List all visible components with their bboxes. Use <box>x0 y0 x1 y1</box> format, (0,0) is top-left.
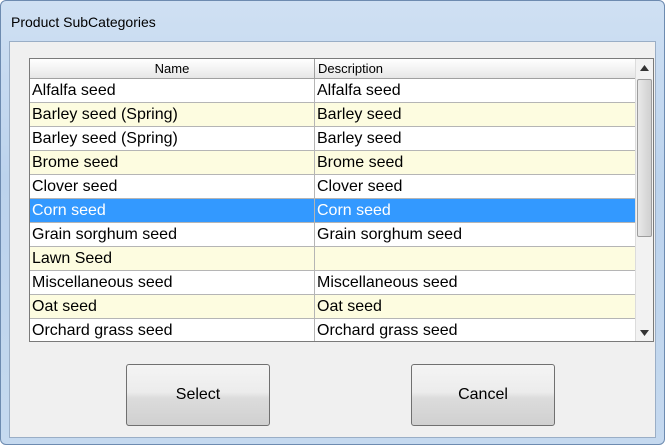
description-cell[interactable]: Barley seed <box>315 103 635 126</box>
description-cell[interactable]: Oat seed <box>315 295 635 318</box>
name-cell[interactable]: Clover seed <box>30 175 315 198</box>
name-cell[interactable]: Brome seed <box>30 151 315 174</box>
table-row[interactable]: Orchard grass seed Orchard grass seed <box>30 319 635 341</box>
table-row[interactable]: Clover seed Clover seed <box>30 175 635 199</box>
select-button[interactable]: Select <box>126 364 270 426</box>
table-row[interactable]: Miscellaneous seed Miscellaneous seed <box>30 271 635 295</box>
table-row-selected[interactable]: Corn seed Corn seed <box>30 199 635 223</box>
table-row[interactable]: Grain sorghum seed Grain sorghum seed <box>30 223 635 247</box>
name-cell[interactable]: Grain sorghum seed <box>30 223 315 246</box>
column-header-description[interactable]: Description <box>315 59 635 78</box>
cancel-button[interactable]: Cancel <box>411 364 555 426</box>
table-row[interactable]: Barley seed (Spring) Barley seed <box>30 103 635 127</box>
dialog-window: Product SubCategories Name Description A… <box>0 0 665 445</box>
dialog-client-area: Name Description Alfalfa seed Alfalfa se… <box>9 41 656 438</box>
description-cell[interactable]: Miscellaneous seed <box>315 271 635 294</box>
subcategory-grid[interactable]: Name Description Alfalfa seed Alfalfa se… <box>29 58 654 342</box>
name-cell[interactable]: Miscellaneous seed <box>30 271 315 294</box>
grid-body: Name Description Alfalfa seed Alfalfa se… <box>30 59 635 341</box>
name-cell[interactable]: Barley seed (Spring) <box>30 127 315 150</box>
name-cell[interactable]: Oat seed <box>30 295 315 318</box>
grid-header: Name Description <box>30 59 635 79</box>
table-row[interactable]: Lawn Seed <box>30 247 635 271</box>
name-cell[interactable]: Corn seed <box>30 199 315 222</box>
table-row[interactable]: Alfalfa seed Alfalfa seed <box>30 79 635 103</box>
name-cell[interactable]: Alfalfa seed <box>30 79 315 102</box>
triangle-up-icon[interactable] <box>636 59 653 76</box>
description-cell[interactable]: Barley seed <box>315 127 635 150</box>
table-row[interactable]: Brome seed Brome seed <box>30 151 635 175</box>
description-cell[interactable] <box>315 247 635 270</box>
name-cell[interactable]: Lawn Seed <box>30 247 315 270</box>
column-header-name[interactable]: Name <box>30 59 315 78</box>
description-cell[interactable]: Grain sorghum seed <box>315 223 635 246</box>
table-row[interactable]: Barley seed (Spring) Barley seed <box>30 127 635 151</box>
name-cell[interactable]: Barley seed (Spring) <box>30 103 315 126</box>
scrollbar-thumb[interactable] <box>637 79 652 237</box>
table-row[interactable]: Oat seed Oat seed <box>30 295 635 319</box>
description-cell[interactable]: Brome seed <box>315 151 635 174</box>
window-title: Product SubCategories <box>11 14 156 30</box>
description-cell[interactable]: Orchard grass seed <box>315 319 635 341</box>
name-cell[interactable]: Orchard grass seed <box>30 319 315 341</box>
vertical-scrollbar[interactable] <box>635 59 653 341</box>
description-cell[interactable]: Corn seed <box>315 199 635 222</box>
description-cell[interactable]: Alfalfa seed <box>315 79 635 102</box>
description-cell[interactable]: Clover seed <box>315 175 635 198</box>
triangle-down-icon[interactable] <box>636 324 653 341</box>
